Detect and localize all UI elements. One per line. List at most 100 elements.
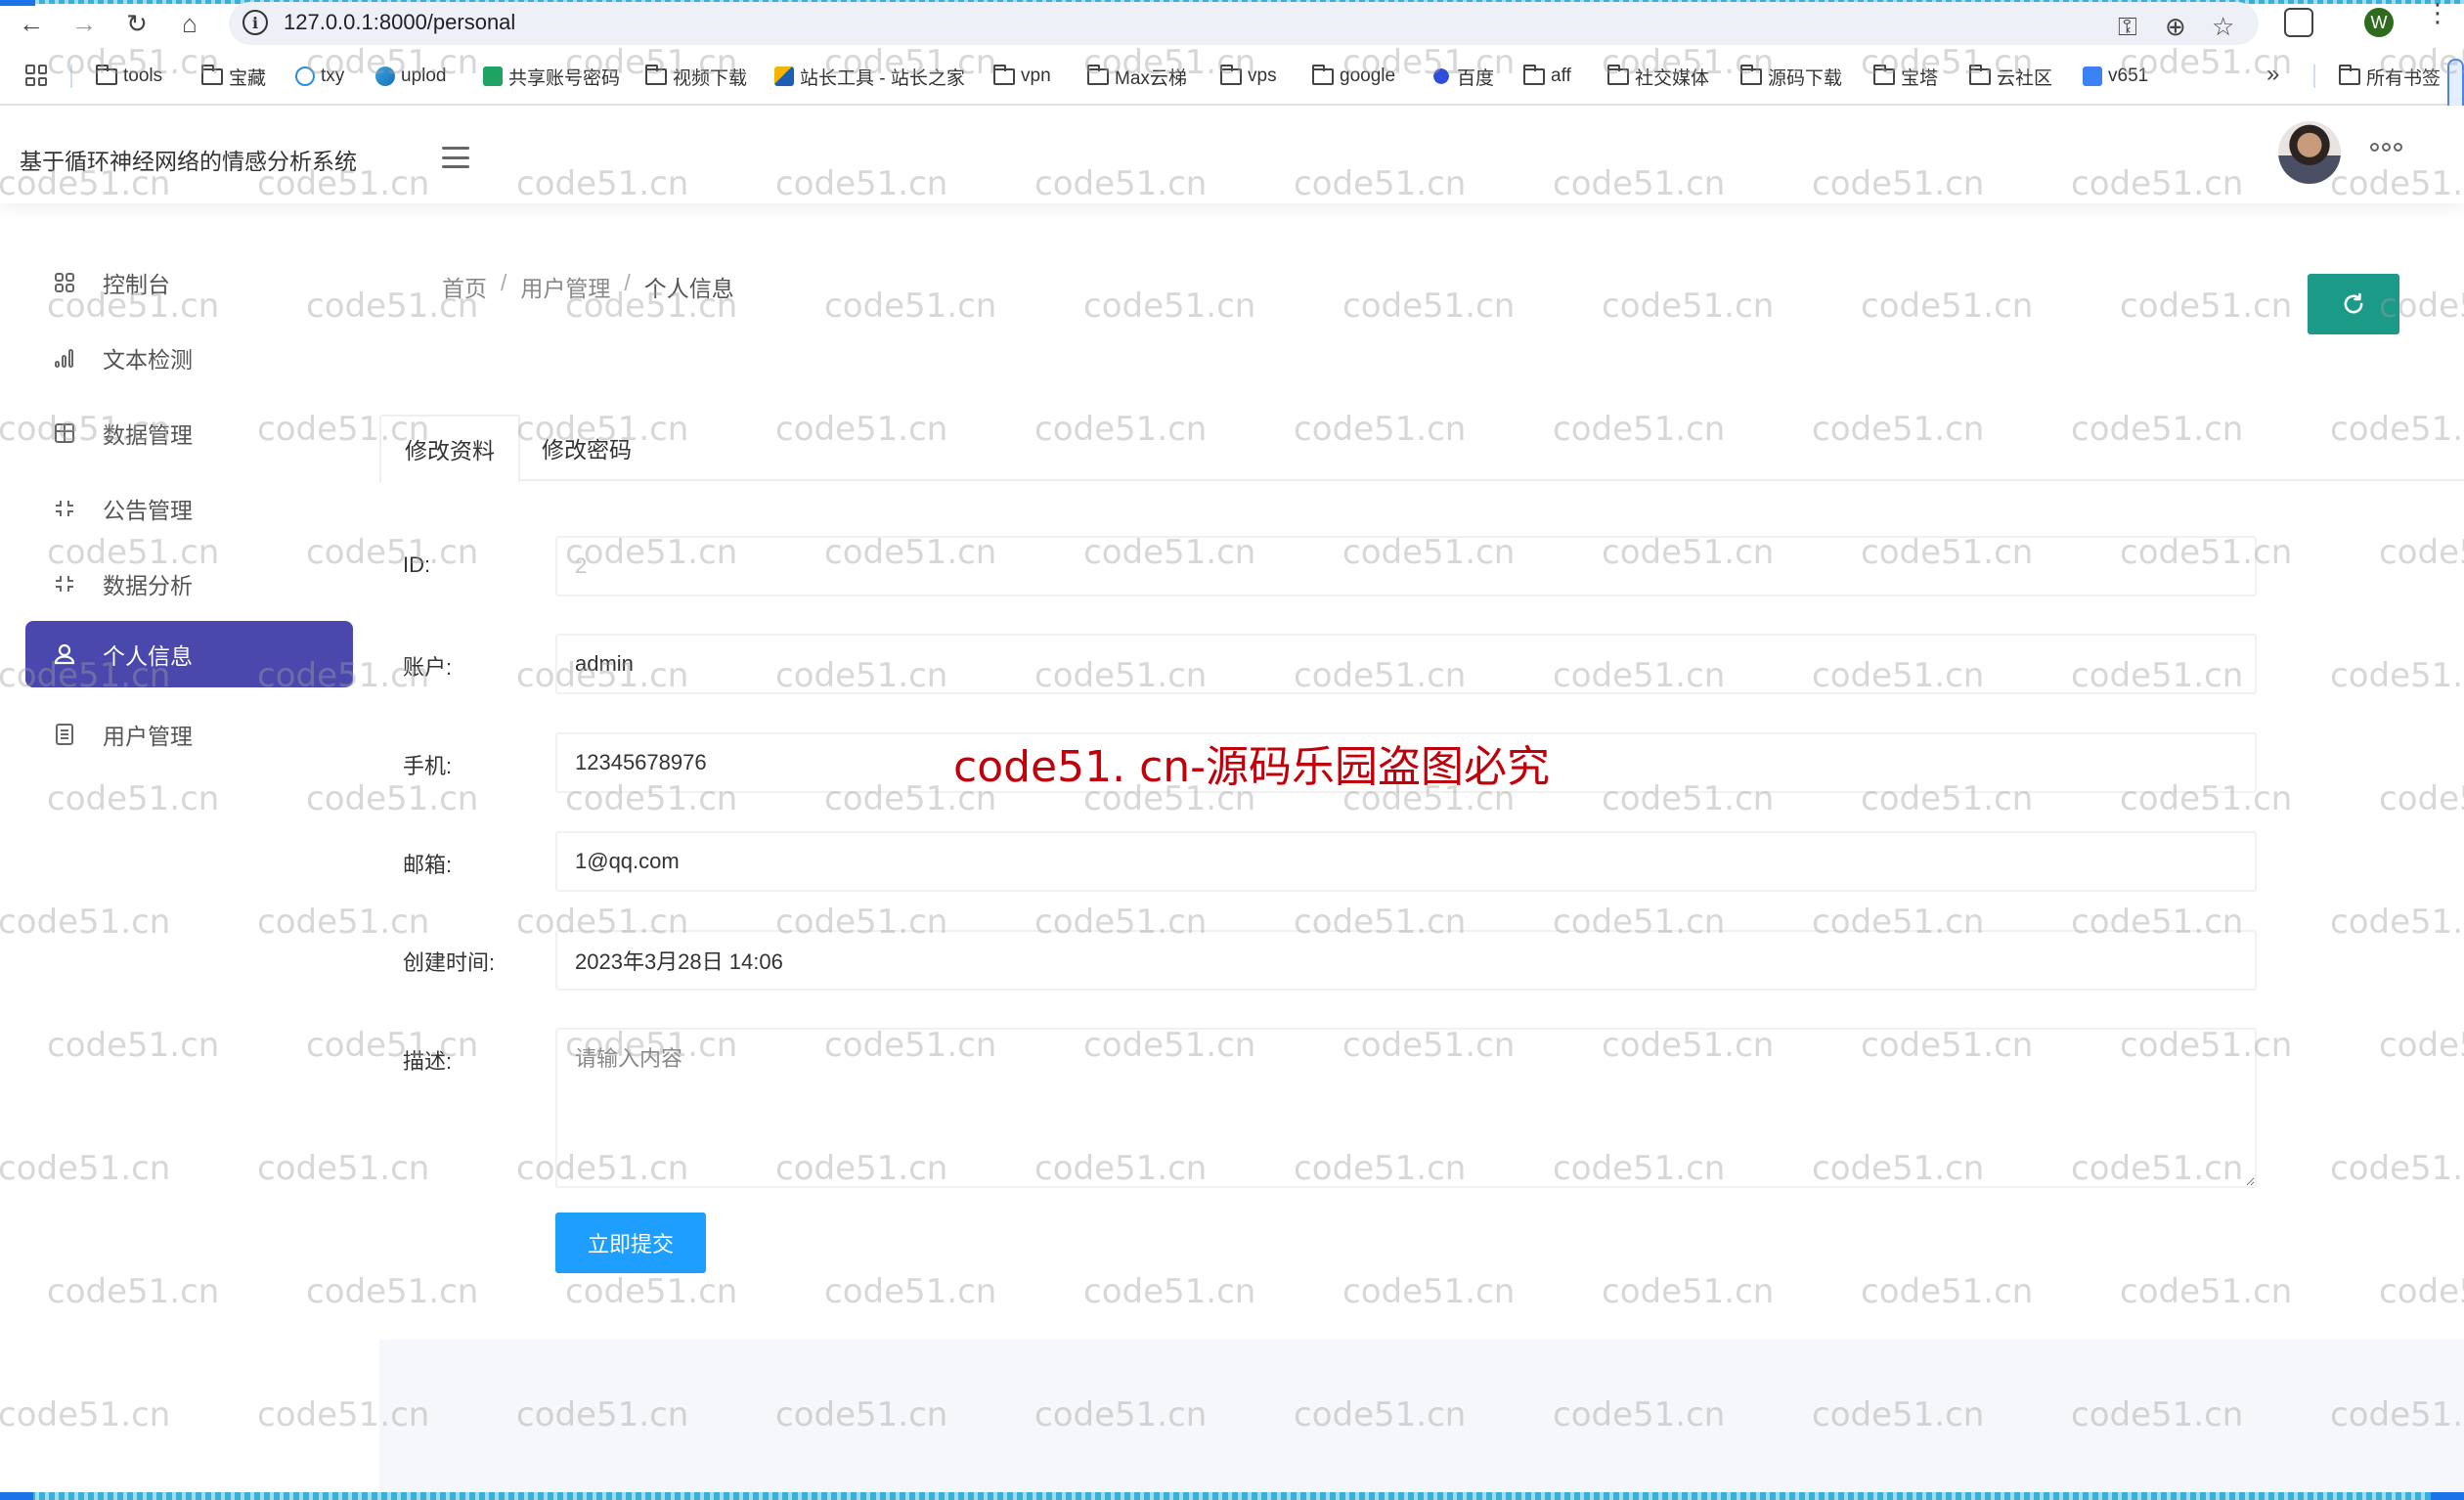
extensions-icon[interactable] xyxy=(2284,8,2313,37)
account-field[interactable] xyxy=(555,634,2257,694)
email-label: 邮箱: xyxy=(403,853,453,877)
url-text[interactable]: 127.0.0.1:8000/personal xyxy=(284,10,515,35)
folder-icon xyxy=(201,64,223,85)
tab-edit-profile[interactable]: 修改资料 xyxy=(379,415,520,483)
bar-chart-icon xyxy=(53,346,76,370)
forward-button[interactable]: → xyxy=(66,6,102,41)
arrow-right-icon: → xyxy=(71,8,97,38)
created-time-field[interactable] xyxy=(555,930,2257,991)
site-icon xyxy=(774,66,794,86)
bookmark-item[interactable]: google xyxy=(1312,63,1395,90)
user-avatar[interactable] xyxy=(2278,121,2341,184)
bookmark-item[interactable]: 视频下载 xyxy=(645,63,747,90)
address-bar[interactable]: i 127.0.0.1:8000/personal ⚿ ⊕ ☆ xyxy=(229,2,2259,45)
user-icon xyxy=(53,642,76,666)
bookmark-item[interactable]: uplod xyxy=(375,63,447,90)
all-bookmarks-button[interactable]: 所有书签 xyxy=(2339,63,2441,90)
sidebar-item[interactable]: 公告管理 xyxy=(25,475,353,542)
bookmark-label: 共享账号密码 xyxy=(508,67,621,89)
bookmark-item[interactable]: vps xyxy=(1220,63,1277,90)
created-time-label: 创建时间: xyxy=(403,950,496,975)
v-icon xyxy=(2083,66,2102,86)
folder-icon xyxy=(2339,64,2360,85)
profile-avatar[interactable]: W xyxy=(2364,8,2394,37)
home-icon: ⌂ xyxy=(182,8,198,38)
breadcrumb-user-management[interactable]: 用户管理 xyxy=(520,270,610,303)
sidebar-item[interactable]: 数据分析 xyxy=(25,551,353,617)
bookmark-label: tools xyxy=(123,66,163,86)
breadcrumb-home[interactable]: 首页 xyxy=(442,270,487,303)
sidebar-item[interactable]: 用户管理 xyxy=(25,701,353,768)
bookmark-label: uplod xyxy=(401,66,447,86)
folder-icon xyxy=(1523,64,1545,85)
bookmark-item[interactable]: 共享账号密码 xyxy=(483,63,620,90)
folder-icon xyxy=(1969,64,1991,85)
bookmarks-bar: tools 宝藏 txy uplod 共享账号密码 视频下载 站长工具 - 站长之家 vpn M… xyxy=(0,57,2464,98)
bookmark-label: v651 xyxy=(2108,66,2149,86)
bookmark-item[interactable]: aff xyxy=(1523,63,1571,90)
browser-menu-icon[interactable]: ⋮ xyxy=(2425,0,2450,39)
folder-icon xyxy=(993,64,1015,85)
sidebar-item[interactable]: 文本检测 xyxy=(25,325,353,391)
refresh-button[interactable] xyxy=(2308,274,2399,334)
bookmark-label: aff xyxy=(1551,66,1571,86)
account-label: 账户: xyxy=(403,655,453,680)
bookmark-label: Max云梯 xyxy=(1115,67,1187,89)
main-content: 首页 / 用户管理 / 个人信息 修改资料 修改密码 ID: 账户: 手机: 邮… xyxy=(379,203,2464,1492)
reload-icon: ↻ xyxy=(126,8,148,38)
shrink-icon xyxy=(53,497,76,520)
tab-change-password[interactable]: 修改密码 xyxy=(520,415,653,481)
bookmark-label: 站长工具 - 站长之家 xyxy=(800,67,965,89)
shrink-icon xyxy=(53,572,76,596)
tab-bar: 修改资料 修改密码 xyxy=(379,415,2464,483)
app-title: 基于循环神经网络的情感分析系统 xyxy=(20,149,357,174)
bookmark-item[interactable]: 云社区 xyxy=(1969,63,2052,90)
more-bookmarks-button[interactable]: » xyxy=(2266,61,2279,88)
submit-button[interactable]: 立即提交 xyxy=(555,1213,706,1273)
more-options-icon[interactable] xyxy=(2370,143,2402,152)
bookmark-item[interactable]: 宝塔 xyxy=(1873,63,1938,90)
bookmark-label: vpn xyxy=(1021,66,1051,86)
bookmark-item[interactable]: txy xyxy=(295,63,344,90)
bookmark-item[interactable]: 站长工具 - 站长之家 xyxy=(774,63,965,90)
content-footer-area xyxy=(379,1340,2464,1492)
bookmark-item[interactable]: vpn xyxy=(993,63,1051,90)
bookmark-label: 百度 xyxy=(1457,67,1495,89)
bookmark-item[interactable]: 百度 xyxy=(1431,63,1494,90)
bookmark-item[interactable]: 宝藏 xyxy=(201,63,266,90)
reload-button[interactable]: ↻ xyxy=(119,6,154,41)
bookmark-star-icon[interactable]: ☆ xyxy=(2212,12,2234,42)
phone-label: 手机: xyxy=(403,754,453,778)
bookmark-item[interactable]: 源码下载 xyxy=(1740,63,1842,90)
folder-icon xyxy=(1220,64,1242,85)
sidebar-item-label: 文本检测 xyxy=(103,347,193,373)
sidebar-item[interactable]: 个人信息 xyxy=(25,621,353,687)
description-textarea[interactable] xyxy=(555,1028,2257,1188)
folder-icon xyxy=(96,64,117,85)
password-key-icon[interactable]: ⚿ xyxy=(2118,12,2137,43)
sidebar-item-label: 数据分析 xyxy=(103,573,193,598)
bookmark-item[interactable]: Max云梯 xyxy=(1087,63,1187,90)
email-field[interactable] xyxy=(555,831,2257,892)
bookmark-label: txy xyxy=(321,66,345,86)
breadcrumb-separator: / xyxy=(501,270,507,295)
home-button[interactable]: ⌂ xyxy=(172,6,207,41)
bookmarks-divider xyxy=(70,65,72,88)
site-info-icon[interactable]: i xyxy=(242,10,268,35)
menu-toggle-icon[interactable] xyxy=(442,147,469,168)
sidebar-item[interactable]: 控制台 xyxy=(25,249,353,316)
bookmark-label: 源码下载 xyxy=(1768,67,1843,89)
bookmark-item[interactable]: v651 xyxy=(2083,63,2148,90)
back-button[interactable]: ← xyxy=(14,6,49,41)
sheets-icon xyxy=(483,66,503,86)
bookmark-item[interactable]: tools xyxy=(96,63,162,90)
bookmark-item[interactable]: 社交媒体 xyxy=(1607,63,1709,90)
bookmark-label: 社交媒体 xyxy=(1635,67,1710,89)
sidebar-item[interactable]: 数据管理 xyxy=(25,400,353,466)
sidebar-item-label: 公告管理 xyxy=(103,498,193,523)
zoom-icon[interactable]: ⊕ xyxy=(2165,12,2186,42)
apps-grid-icon[interactable] xyxy=(25,65,47,86)
breadcrumb-current: 个人信息 xyxy=(643,276,734,301)
description-label: 描述: xyxy=(403,1049,453,1074)
copyright-notice: code51. cn-源码乐园盗图必究 xyxy=(953,742,1551,792)
